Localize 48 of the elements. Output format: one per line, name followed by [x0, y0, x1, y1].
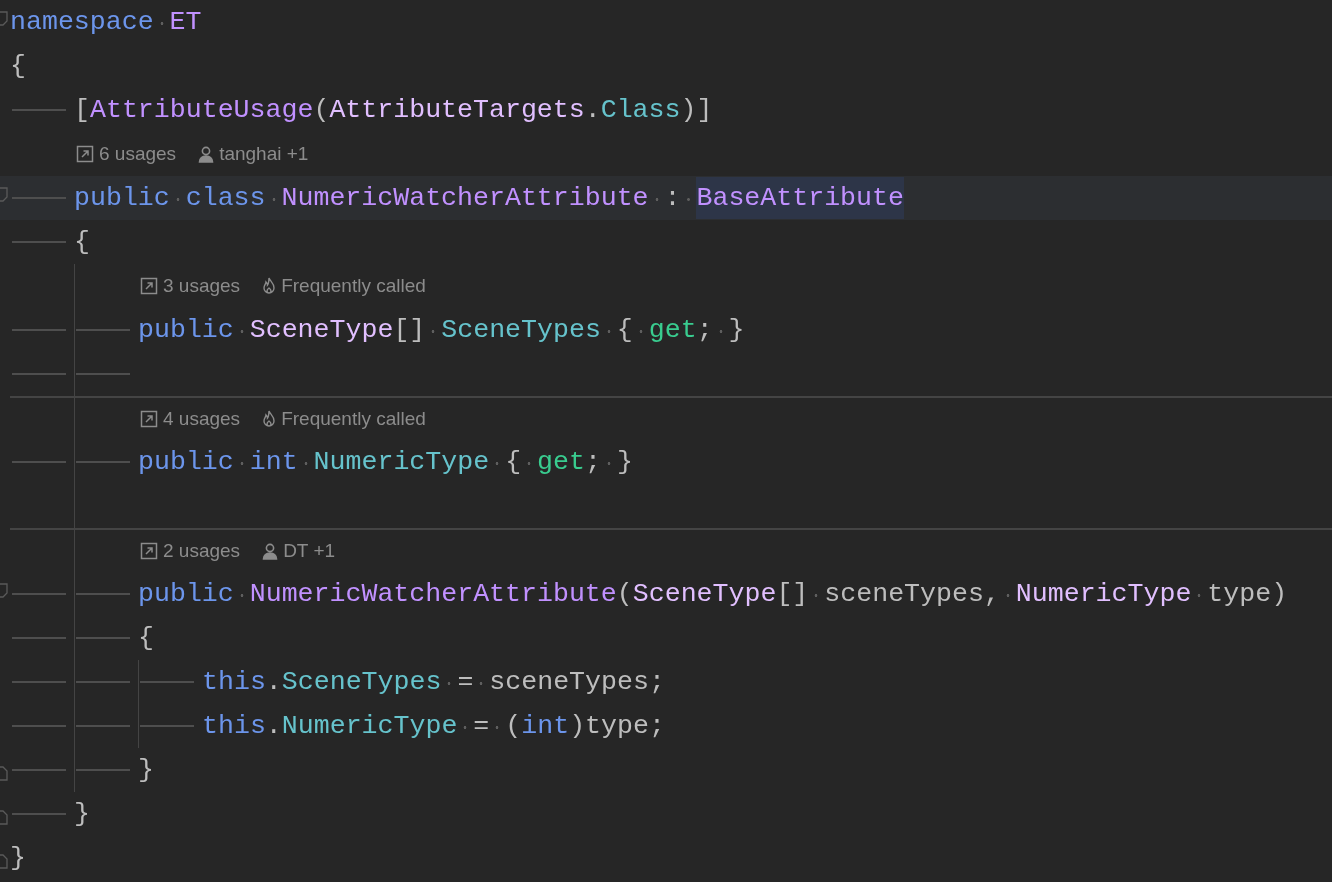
tab-marker — [12, 637, 66, 639]
tab-marker — [12, 593, 66, 595]
inlay-hint[interactable]: tanghai +1 — [219, 143, 309, 165]
code-line: public NumericWatcherAttribute(SceneType[] sceneTypes, NumericType type) — [138, 578, 1288, 611]
tab-marker — [12, 241, 66, 243]
fold-icon[interactable] — [0, 11, 8, 27]
tab-marker — [12, 373, 66, 375]
inlay-hint[interactable]: 4 usages — [163, 407, 241, 430]
person-icon — [262, 541, 279, 560]
inlay-hint[interactable]: Frequently called — [281, 407, 426, 430]
code-line: { — [138, 622, 154, 655]
tab-marker — [12, 813, 66, 815]
fold-icon[interactable] — [0, 809, 8, 825]
code-line: public SceneType[] SceneTypes { get; } — [138, 314, 745, 347]
code-line: } — [10, 842, 26, 875]
tab-marker — [12, 769, 66, 771]
code-line: namespace ET — [10, 6, 202, 39]
fold-icon[interactable] — [0, 187, 8, 203]
code-line: this.SceneTypes = sceneTypes; — [202, 666, 665, 699]
inlay-hint[interactable]: Frequently called — [281, 275, 426, 297]
usages-icon — [140, 409, 158, 428]
tab-marker — [12, 329, 66, 331]
tab-marker — [12, 461, 66, 463]
tab-marker — [12, 681, 66, 683]
inlay-hint[interactable]: 6 usages — [99, 143, 177, 165]
tab-marker — [12, 109, 66, 111]
code-line: { — [74, 226, 90, 259]
code-line: } — [138, 754, 154, 787]
tab-marker — [12, 197, 66, 199]
usages-icon — [140, 277, 158, 295]
usages-icon — [140, 541, 158, 560]
code-line: { — [10, 50, 26, 83]
person-icon — [198, 145, 215, 163]
code-line: public class NumericWatcherAttribute : BaseAttribute — [74, 177, 904, 219]
flame-icon — [262, 409, 277, 428]
code-line: [AttributeUsage(AttributeTargets.Class)] — [74, 94, 713, 127]
inlay-hint[interactable]: DT +1 — [283, 539, 336, 562]
fold-icon[interactable] — [0, 853, 8, 869]
code-line: public int NumericType { get; } — [138, 446, 633, 479]
flame-icon — [262, 277, 277, 295]
inlay-hint[interactable]: 3 usages — [163, 275, 241, 297]
code-line: } — [74, 798, 90, 831]
inlay-hint[interactable]: 2 usages — [163, 539, 241, 562]
tab-marker — [12, 725, 66, 727]
usages-icon — [76, 145, 94, 163]
fold-icon[interactable] — [0, 765, 8, 781]
code-line: this.NumericType = (int)type; — [202, 710, 665, 743]
fold-icon[interactable] — [0, 583, 8, 599]
